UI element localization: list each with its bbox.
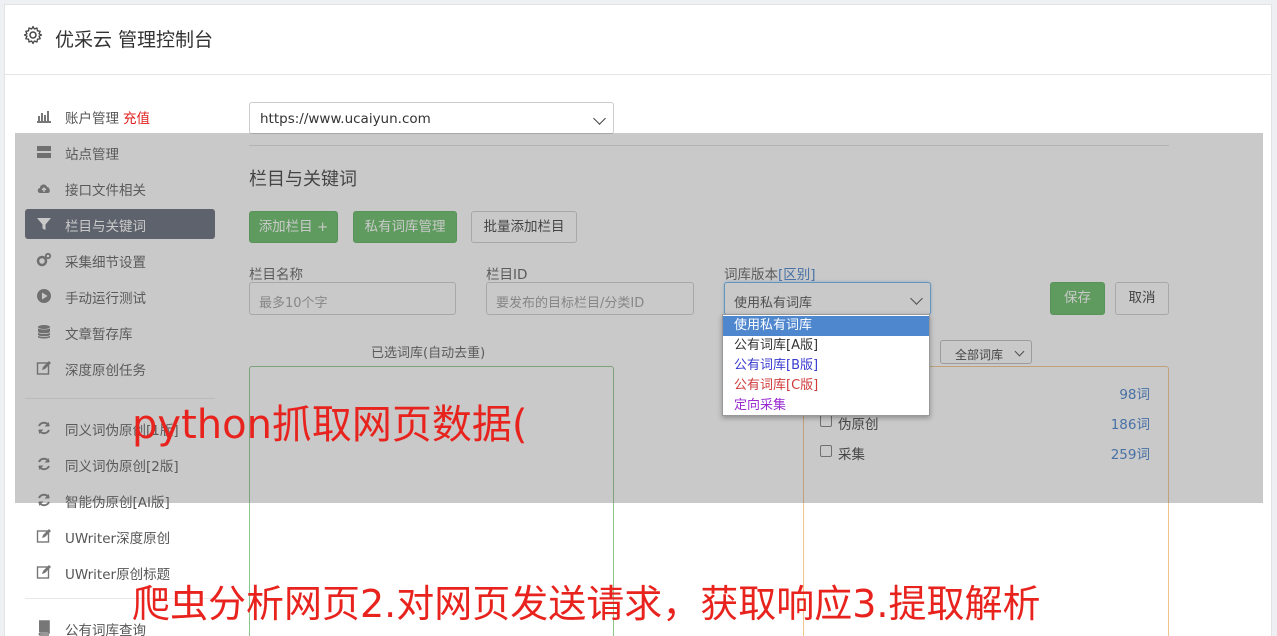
sidebar-item-label: UWriter深度原创	[65, 531, 171, 547]
sidebar-item-columns[interactable]: 栏目与关键词	[25, 209, 215, 239]
sidebar-item-label: 账户管理	[65, 111, 119, 127]
sidebar-item-article-store[interactable]: 文章暂存库	[25, 317, 215, 347]
save-button[interactable]: 保存	[1050, 282, 1105, 315]
column-id-input[interactable]: 要发布的目标栏目/分类ID	[486, 282, 694, 315]
cogs-icon	[36, 252, 52, 267]
sidebar-item-label: 深度原创任务	[65, 363, 146, 379]
sidebar-item-label: 同义词伪原创[2版]	[65, 459, 179, 475]
header: 优采云 管理控制台	[5, 5, 1271, 75]
add-column-button[interactable]: 添加栏目 +	[249, 211, 338, 243]
sidebar-item-label: 手动运行测试	[65, 291, 146, 307]
refresh-icon	[38, 457, 50, 471]
sidebar-item-label: 文章暂存库	[65, 327, 133, 343]
dropdown-option-directed[interactable]: 定向采集	[723, 396, 929, 416]
cloud-upload-icon	[37, 184, 50, 193]
sidebar-item-label: 智能伪原创[AI版]	[65, 495, 170, 511]
refresh-icon	[38, 493, 50, 507]
recharge-link[interactable]: 充值	[123, 111, 150, 127]
chevron-down-icon	[593, 112, 606, 125]
database-icon	[37, 325, 51, 339]
dropdown-option-c[interactable]: 公有词库[C版]	[723, 376, 929, 396]
batch-add-button[interactable]: 批量添加栏目	[471, 211, 577, 243]
edit-icon	[36, 529, 51, 543]
console-page: 优采云 管理控制台 账户管理 充值 站点管理 接口文件相关 栏目与关键词 采集细节…	[4, 4, 1272, 636]
sidebar-item-label: 站点管理	[65, 147, 119, 163]
sidebar-item-ai-original[interactable]: 智能伪原创[AI版]	[25, 485, 215, 515]
edit-icon	[36, 361, 51, 375]
book-icon	[38, 620, 50, 636]
private-lib-button[interactable]: 私有词库管理	[353, 211, 457, 243]
sidebar-item-label: 接口文件相关	[65, 183, 146, 199]
list-item[interactable]: 采集 259词	[820, 441, 1150, 463]
bar-chart-icon	[37, 111, 51, 123]
edit-icon	[36, 565, 51, 579]
column-id-label: 栏目ID	[486, 267, 528, 283]
sidebar-item-synonym-v2[interactable]: 同义词伪原创[2版]	[25, 449, 215, 479]
server-icon	[37, 146, 51, 158]
sidebar-item-label: 栏目与关键词	[65, 219, 146, 235]
column-name-label: 栏目名称	[249, 267, 303, 283]
checkbox[interactable]	[820, 415, 832, 427]
dropdown-option-private[interactable]: 使用私有词库	[723, 316, 929, 336]
cancel-button[interactable]: 取消	[1115, 282, 1169, 315]
difference-link[interactable]: [区别]	[778, 267, 816, 283]
chevron-down-icon	[910, 292, 923, 305]
sidebar-item-manual-run[interactable]: 手动运行测试	[25, 281, 215, 311]
sidebar-item-uwriter-deep[interactable]: UWriter深度原创	[25, 521, 215, 551]
refresh-icon	[38, 421, 50, 435]
divider	[249, 145, 1169, 146]
sidebar-item-deep-original[interactable]: 深度原创任务	[25, 353, 215, 383]
lib-version-dropdown[interactable]: 使用私有词库 公有词库[A版] 公有词库[B版] 公有词库[C版] 定向采集	[722, 314, 930, 416]
watermark-line-1: python抓取网页数据(	[132, 402, 528, 448]
sidebar-item-label: 采集细节设置	[65, 255, 146, 271]
column-name-input[interactable]: 最多10个字	[249, 282, 456, 315]
watermark-line-2: 爬虫分析网页2.对网页发送请求，获取响应3.提取解析	[132, 582, 1041, 626]
checkbox[interactable]	[820, 445, 832, 457]
sidebar-item-sites[interactable]: 站点管理	[25, 137, 215, 167]
play-circle-icon	[37, 289, 51, 303]
dropdown-option-a[interactable]: 公有词库[A版]	[723, 336, 929, 356]
section-title: 栏目与关键词	[249, 169, 357, 190]
page-title: 优采云 管理控制台	[55, 29, 214, 51]
chevron-down-icon	[1014, 346, 1025, 357]
selected-libs-label: 已选词库(自动去重)	[371, 346, 486, 361]
sidebar-item-account[interactable]: 账户管理 充值	[25, 101, 215, 131]
gear-icon	[23, 25, 43, 45]
lib-version-label: 词库版本[区别]	[724, 267, 816, 283]
sidebar-item-interface[interactable]: 接口文件相关	[25, 173, 215, 203]
site-select[interactable]: https://www.ucaiyun.com	[249, 102, 614, 134]
lib-version-select[interactable]: 使用私有词库	[724, 282, 931, 315]
filter-icon	[37, 218, 51, 230]
dropdown-option-b[interactable]: 公有词库[B版]	[723, 356, 929, 376]
lib-filter-select[interactable]: 全部词库	[940, 340, 1032, 364]
sidebar-item-collect-settings[interactable]: 采集细节设置	[25, 245, 215, 275]
